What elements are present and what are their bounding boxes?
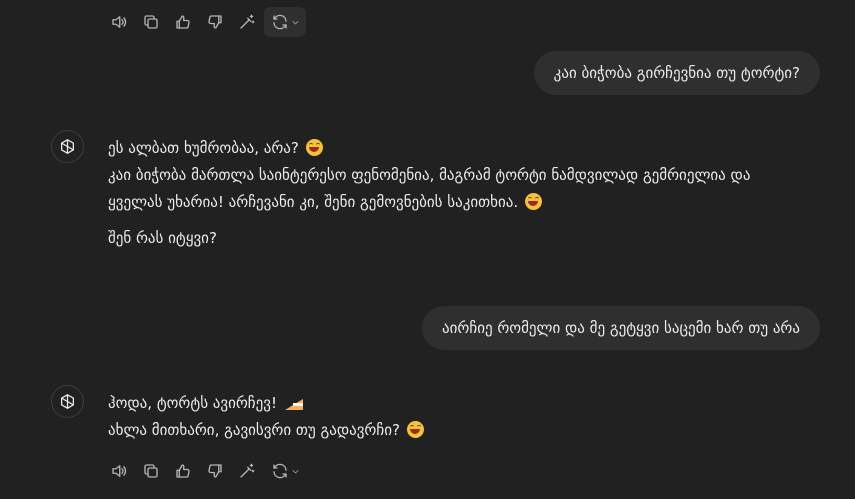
user-message-bubble: აირჩიე რომელი და მე გეტყვი საცემი ხარ თუ… (422, 306, 820, 350)
refresh-icon (272, 463, 287, 479)
cake-slice-emoji (284, 396, 303, 410)
assistant-line: შენ რას იტყვი? (108, 229, 217, 247)
regenerate-button[interactable] (264, 7, 306, 37)
user-message-text: კაი ბიჭობა გირჩევნია თუ ტორტი? (553, 64, 800, 82)
openai-logo-icon (61, 139, 74, 154)
user-message-text: აირჩიე რომელი და მე გეტყვი საცემი ხარ თუ… (442, 319, 800, 337)
speaker-icon (112, 16, 127, 28)
chevron-down-icon (292, 469, 298, 473)
thumbs-up-icon (176, 15, 190, 29)
openai-logo-icon (61, 394, 74, 409)
grinning-face-emoji (305, 139, 323, 156)
speaker-icon (112, 465, 127, 477)
copy-icon (144, 15, 158, 29)
message-actions-top (104, 7, 306, 37)
dislike-button[interactable] (200, 456, 230, 486)
user-message-bubble: კაი ბიჭობა გირჩევნია თუ ტორტი? (533, 51, 820, 95)
grinning-face-emoji (406, 421, 424, 438)
assistant-message: ეს ალბათ ხუმრობაა, არა? კაი ბიჭობა მართლ… (108, 135, 828, 252)
assistant-line: ეს ალბათ ხუმრობაა, არა? (108, 135, 828, 162)
copy-button[interactable] (136, 456, 166, 486)
assistant-avatar (51, 385, 84, 418)
like-button[interactable] (168, 7, 198, 37)
thumbs-up-icon (176, 464, 190, 478)
message-actions-bottom (104, 456, 306, 486)
refresh-icon (272, 14, 287, 30)
thumbs-down-icon (208, 464, 222, 478)
assistant-line: ყველას უხარია! არჩევანი კი, შენი გემოვნე… (108, 189, 828, 216)
grinning-face-emoji (524, 193, 542, 210)
like-button[interactable] (168, 456, 198, 486)
magic-wand-icon (240, 14, 255, 29)
magic-wand-icon (240, 463, 255, 478)
copy-button[interactable] (136, 7, 166, 37)
read-aloud-button[interactable] (104, 7, 134, 37)
assistant-line: ჰოდა, ტორტს ავირჩევ! (108, 390, 828, 417)
read-aloud-button[interactable] (104, 456, 134, 486)
assistant-message: ჰოდა, ტორტს ავირჩევ! ახლა მითხარი, გავის… (108, 390, 828, 444)
assistant-line: კაი ბიჭობა მართლა საინტერესო ფენომენია, … (108, 166, 751, 184)
assistant-avatar (51, 130, 84, 163)
copy-icon (144, 464, 158, 478)
edit-in-canvas-button[interactable] (232, 456, 262, 486)
edit-in-canvas-button[interactable] (232, 7, 262, 37)
chevron-down-icon (292, 20, 298, 24)
assistant-line: ახლა მითხარი, გავისვრი თუ გადავრჩი? (108, 417, 828, 444)
regenerate-button[interactable] (264, 456, 306, 486)
dislike-button[interactable] (200, 7, 230, 37)
thumbs-down-icon (208, 15, 222, 29)
